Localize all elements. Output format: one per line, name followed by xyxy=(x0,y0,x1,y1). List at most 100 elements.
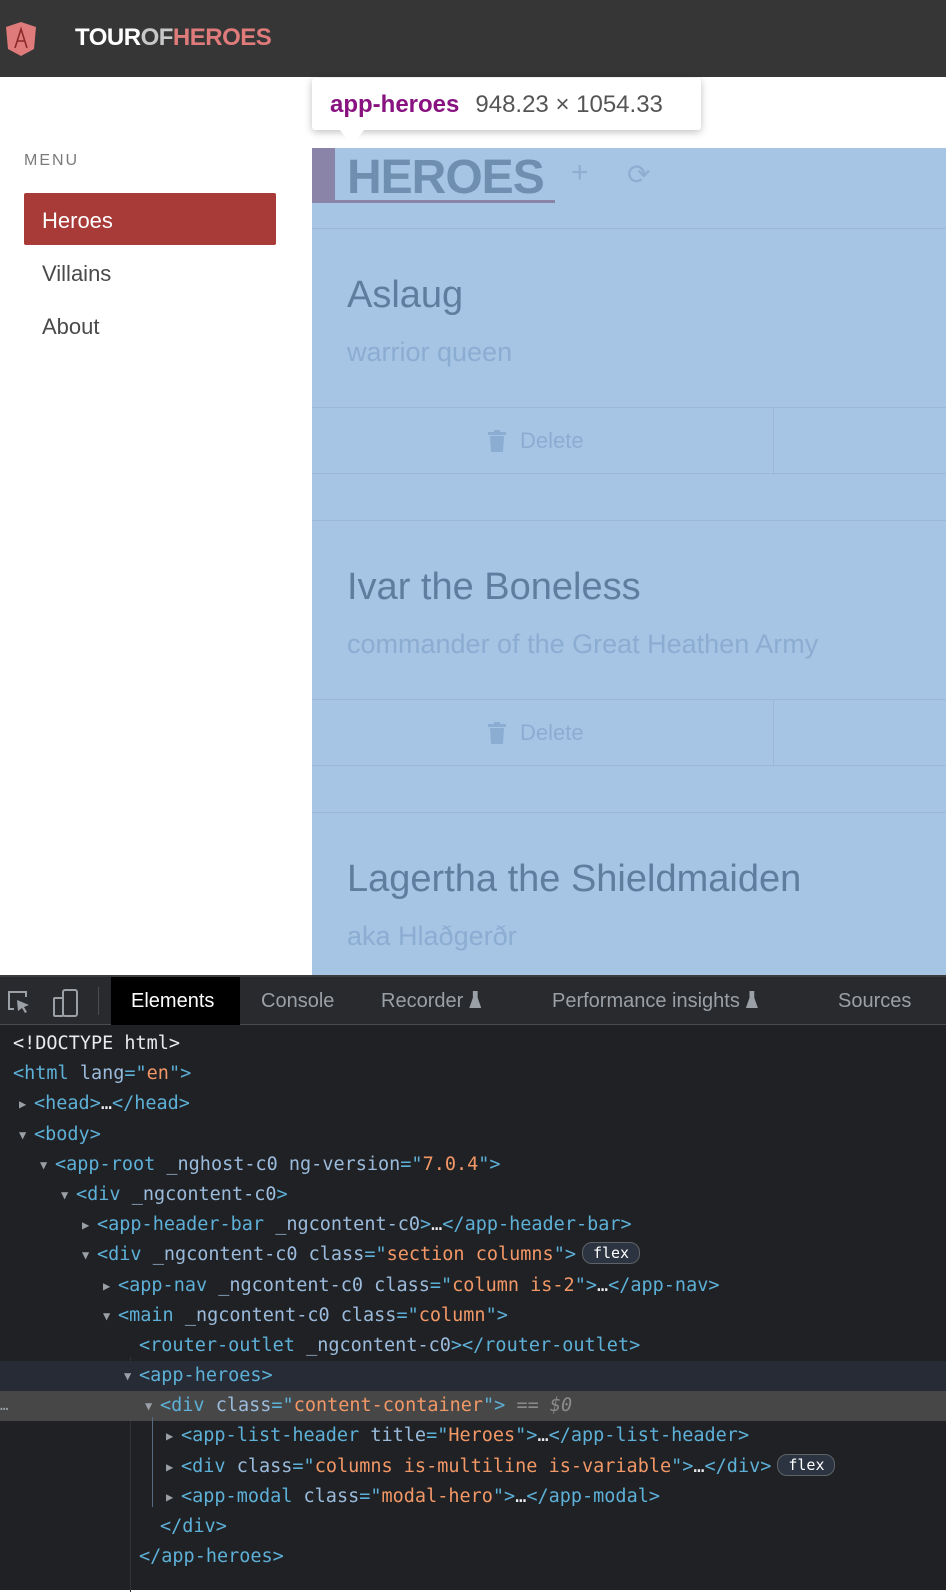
dom-node-line[interactable]: ▶ <app-modal class="modal-hero">…</app-mo… xyxy=(0,1482,946,1512)
dom-token: </app-list-header> xyxy=(548,1425,750,1447)
dom-node-line[interactable]: </div> xyxy=(0,1512,946,1542)
trash-icon xyxy=(488,722,506,744)
expand-arrow-down-icon[interactable]: ▼ xyxy=(40,1150,47,1180)
dom-token: <app-heroes> xyxy=(139,1365,273,1387)
hero-name[interactable]: Ivar the Boneless xyxy=(347,566,641,609)
expand-arrow-right-icon[interactable]: ▶ xyxy=(103,1271,110,1301)
expand-arrow-down-icon[interactable]: ▼ xyxy=(19,1120,26,1150)
expand-arrow-down-icon[interactable]: ▼ xyxy=(61,1180,68,1210)
expand-arrow-right-icon[interactable]: ▶ xyxy=(166,1452,173,1482)
hero-name[interactable]: Lagertha the Shieldmaiden xyxy=(347,858,801,901)
dom-node-line[interactable]: ▼… <div class="content-container"> == $0 xyxy=(0,1391,946,1422)
dom-node-line[interactable]: ▼ <div _ngcontent-c0> xyxy=(0,1180,946,1210)
dom-node-line[interactable]: ▼ <div _ngcontent-c0 class="section colum… xyxy=(0,1240,946,1270)
dom-node-line[interactable]: ▶ <app-list-header title="Heroes">…</app-… xyxy=(0,1421,946,1451)
dom-token: "> xyxy=(483,1395,506,1417)
sidebar-item-heroes[interactable]: Heroes xyxy=(24,193,276,245)
expand-arrow-right-icon[interactable]: ▶ xyxy=(82,1210,89,1240)
expand-arrow-right-icon[interactable]: ▶ xyxy=(166,1482,173,1512)
dom-token: _nghost-c0 ng-version xyxy=(166,1153,401,1175)
dom-token: > xyxy=(420,1214,432,1236)
hero-card: Lagertha the Shieldmaiden aka Hlaðgerðr xyxy=(312,812,946,975)
delete-button[interactable]: Delete xyxy=(488,428,584,454)
dom-token: =" xyxy=(292,1455,315,1477)
dom-token: =" xyxy=(426,1425,449,1447)
dom-node-line[interactable]: <html lang="en"> xyxy=(0,1059,946,1089)
dom-node-line[interactable]: ▼ <app-heroes> xyxy=(0,1361,946,1392)
hero-description: warrior queen xyxy=(347,337,513,367)
dom-token: <html xyxy=(13,1063,80,1085)
inspect-element-icon[interactable] xyxy=(6,989,32,1015)
dom-node-line[interactable]: ▼ <body> xyxy=(0,1120,946,1150)
dom-node-line[interactable]: ▼ <main _ngcontent-c0 class="column"> xyxy=(0,1301,946,1331)
dom-token: "> xyxy=(492,1485,516,1507)
dom-token: class xyxy=(303,1485,360,1507)
refresh-icon[interactable]: ⟳ xyxy=(627,158,650,191)
dom-node-content: <div _ngcontent-c0> xyxy=(76,1180,288,1210)
dom-token: _ngcontent-c0 class xyxy=(152,1244,365,1266)
trash-icon xyxy=(488,430,506,452)
tab-recorder[interactable]: Recorder xyxy=(381,977,482,1025)
hero-description: commander of the Great Heathen Army xyxy=(347,629,819,659)
tab-elements[interactable]: Elements xyxy=(111,977,240,1025)
dom-token: </app-nav> xyxy=(608,1274,720,1296)
dom-token: class xyxy=(236,1455,293,1477)
dom-token: </head> xyxy=(111,1093,190,1115)
tab-console[interactable]: Console xyxy=(261,977,334,1025)
dom-node-line[interactable]: ▶ <head>…</head> xyxy=(0,1089,946,1119)
dom-node-content: <html lang="en"> xyxy=(13,1059,191,1089)
dom-node-line[interactable]: ▶ <app-header-bar _ngcontent-c0>…</app-he… xyxy=(0,1210,946,1240)
more-options-icon[interactable]: … xyxy=(0,1391,8,1421)
dom-token: "> xyxy=(168,1063,192,1085)
hero-card: Aslaug warrior queen Delete xyxy=(312,228,946,475)
dom-node-line[interactable]: ▶ <app-nav _ngcontent-c0 class="column is… xyxy=(0,1271,946,1301)
dom-token: _ngcontent-c0 class xyxy=(218,1274,430,1296)
expand-arrow-right-icon[interactable]: ▶ xyxy=(166,1421,173,1451)
dom-node-line[interactable]: </app-heroes> xyxy=(0,1542,946,1572)
card-footer: Delete xyxy=(312,407,946,475)
dom-token: <main xyxy=(118,1304,185,1326)
dom-token: <app-nav xyxy=(118,1274,219,1296)
dom-token: column is-2 xyxy=(452,1274,575,1296)
dom-token: "> xyxy=(553,1244,576,1266)
hero-card: Ivar the Boneless commander of the Great… xyxy=(312,520,946,767)
dom-token: Heroes xyxy=(448,1425,516,1447)
tooltip-dimensions: 948.23 × 1054.33 xyxy=(475,91,663,118)
dom-node-content: <main _ngcontent-c0 class="column"> xyxy=(118,1301,508,1331)
sidebar-item-villains[interactable]: Villains xyxy=(24,246,276,298)
tab-sources[interactable]: Sources xyxy=(838,977,911,1025)
expand-arrow-down-icon[interactable]: ▼ xyxy=(82,1240,89,1270)
dom-node-content: </app-heroes> xyxy=(139,1542,284,1572)
tab-performance-insights[interactable]: Performance insights xyxy=(552,977,758,1025)
devtools-panel: Elements Console Recorder Performance in… xyxy=(0,975,946,1592)
hero-name[interactable]: Aslaug xyxy=(347,274,463,317)
dom-node-line[interactable]: <router-outlet _ngcontent-c0></router-ou… xyxy=(0,1331,946,1361)
dom-node-line[interactable]: <!DOCTYPE html> xyxy=(0,1029,946,1059)
dom-node-content: <!DOCTYPE html> xyxy=(13,1029,180,1059)
brand-title[interactable]: TOUROFHEROES xyxy=(75,24,272,52)
flex-badge[interactable]: flex xyxy=(581,1242,641,1265)
dom-node-content: <body> xyxy=(34,1120,101,1150)
device-toolbar-icon[interactable] xyxy=(52,989,80,1017)
dom-tree[interactable]: <!DOCTYPE html> <html lang="en"> ▶ <head>…<… xyxy=(0,1029,946,1572)
dom-node-content: <app-nav _ngcontent-c0 class="column is-… xyxy=(118,1271,720,1301)
expand-arrow-down-icon[interactable]: ▼ xyxy=(124,1361,131,1391)
dom-token: <app-list-header xyxy=(181,1425,371,1447)
dom-node-line[interactable]: ▼ <app-root _nghost-c0 ng-version="7.0.4"… xyxy=(0,1150,946,1180)
dom-node-content: <div class="content-container"> == $0 xyxy=(160,1391,572,1421)
flex-badge[interactable]: flex xyxy=(777,1453,836,1476)
delete-button[interactable]: Delete xyxy=(488,720,584,746)
dom-token: "> xyxy=(515,1425,538,1447)
plus-icon[interactable]: + xyxy=(571,156,589,190)
expand-arrow-right-icon[interactable]: ▶ xyxy=(19,1089,26,1119)
sidebar-item-about[interactable]: About xyxy=(24,299,276,351)
dom-node-content: <div class="columns is-multiline is-vari… xyxy=(181,1452,836,1482)
dom-token: … xyxy=(100,1093,112,1115)
dom-node-line[interactable]: ▶ <div class="columns is-multiline is-var… xyxy=(0,1452,946,1482)
dom-token: "> xyxy=(671,1455,694,1477)
dom-token: section columns xyxy=(386,1244,554,1266)
dom-token: en xyxy=(146,1063,169,1085)
angular-logo-icon[interactable] xyxy=(6,22,36,56)
expand-arrow-down-icon[interactable]: ▼ xyxy=(103,1301,110,1331)
dom-token: =" xyxy=(429,1274,453,1296)
